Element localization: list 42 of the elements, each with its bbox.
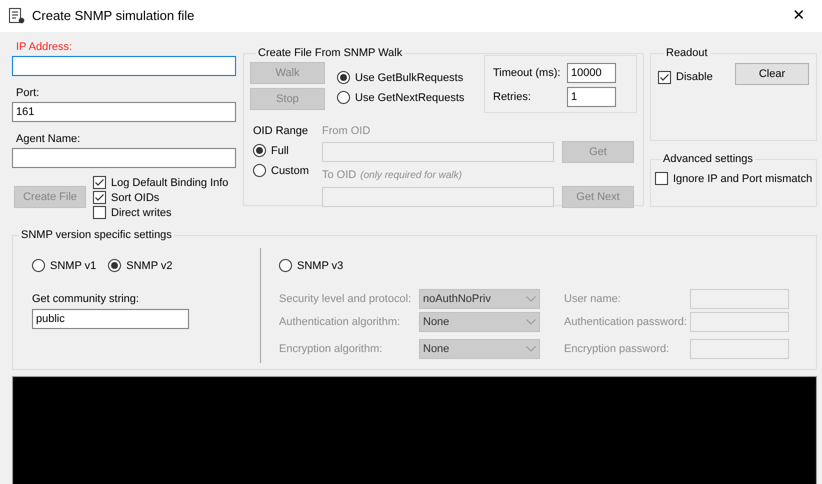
hint-text: (only required for walk) — [360, 169, 462, 183]
field-label: Timeout (ms): — [493, 66, 562, 80]
radio-label: Full — [271, 144, 289, 158]
timeout-field[interactable]: 10000 — [567, 63, 616, 83]
radio-label: Custom — [271, 164, 309, 178]
group-title: Readout — [665, 46, 709, 60]
dropdown-value: None — [423, 315, 450, 329]
field-label: Security level and protocol: — [279, 292, 412, 306]
oid-range-label: OID Range — [253, 124, 310, 138]
field-label: Port: — [16, 86, 40, 100]
radio-label: SNMP v3 — [297, 258, 344, 272]
field-label: To OID — [322, 168, 356, 182]
group-title: Create File From SNMP Walk — [257, 46, 404, 60]
retries-field[interactable]: 1 — [567, 87, 616, 107]
checkbox-label: Log Default Binding Info — [111, 176, 228, 190]
group-title: Advanced settings — [662, 152, 754, 166]
group-title: SNMP version specific settings — [20, 228, 173, 242]
clear-button[interactable]: Clear — [735, 63, 809, 85]
checkbox-label: Direct writes — [111, 206, 172, 220]
field-label: Authentication algorithm: — [279, 315, 402, 329]
checkbox-label: Disable — [676, 70, 713, 84]
field-label: Encryption password: — [564, 342, 670, 356]
field-label: From OID — [322, 124, 370, 138]
field-label: Retries: — [493, 90, 532, 104]
radio-label: SNMP v1 — [50, 258, 96, 272]
dropdown-value: None — [423, 342, 450, 356]
community-string-field[interactable]: public — [32, 309, 189, 329]
dropdown-value: noAuthNoPriv — [423, 292, 491, 306]
close-button[interactable]: ✕ — [776, 0, 822, 32]
window-title: Create SNMP simulation file — [32, 9, 194, 23]
field-label: Get community string: — [32, 292, 140, 306]
field-label: User name: — [564, 292, 622, 306]
field-label: Encryption algorithm: — [279, 342, 384, 356]
checkbox-label: Ignore IP and Port mismatch — [673, 172, 812, 186]
checkbox-label: Sort OIDs — [111, 190, 160, 204]
radio-label: Use GetBulkRequests — [355, 70, 464, 84]
port-field[interactable]: 161 — [12, 102, 236, 122]
field-label: Authentication password: — [564, 315, 688, 329]
radio-label: SNMP v2 — [126, 258, 173, 272]
field-label: Agent Name: — [16, 132, 82, 146]
field-label: IP Address: — [16, 40, 74, 54]
radio-label: Use GetNextRequests — [355, 90, 464, 104]
